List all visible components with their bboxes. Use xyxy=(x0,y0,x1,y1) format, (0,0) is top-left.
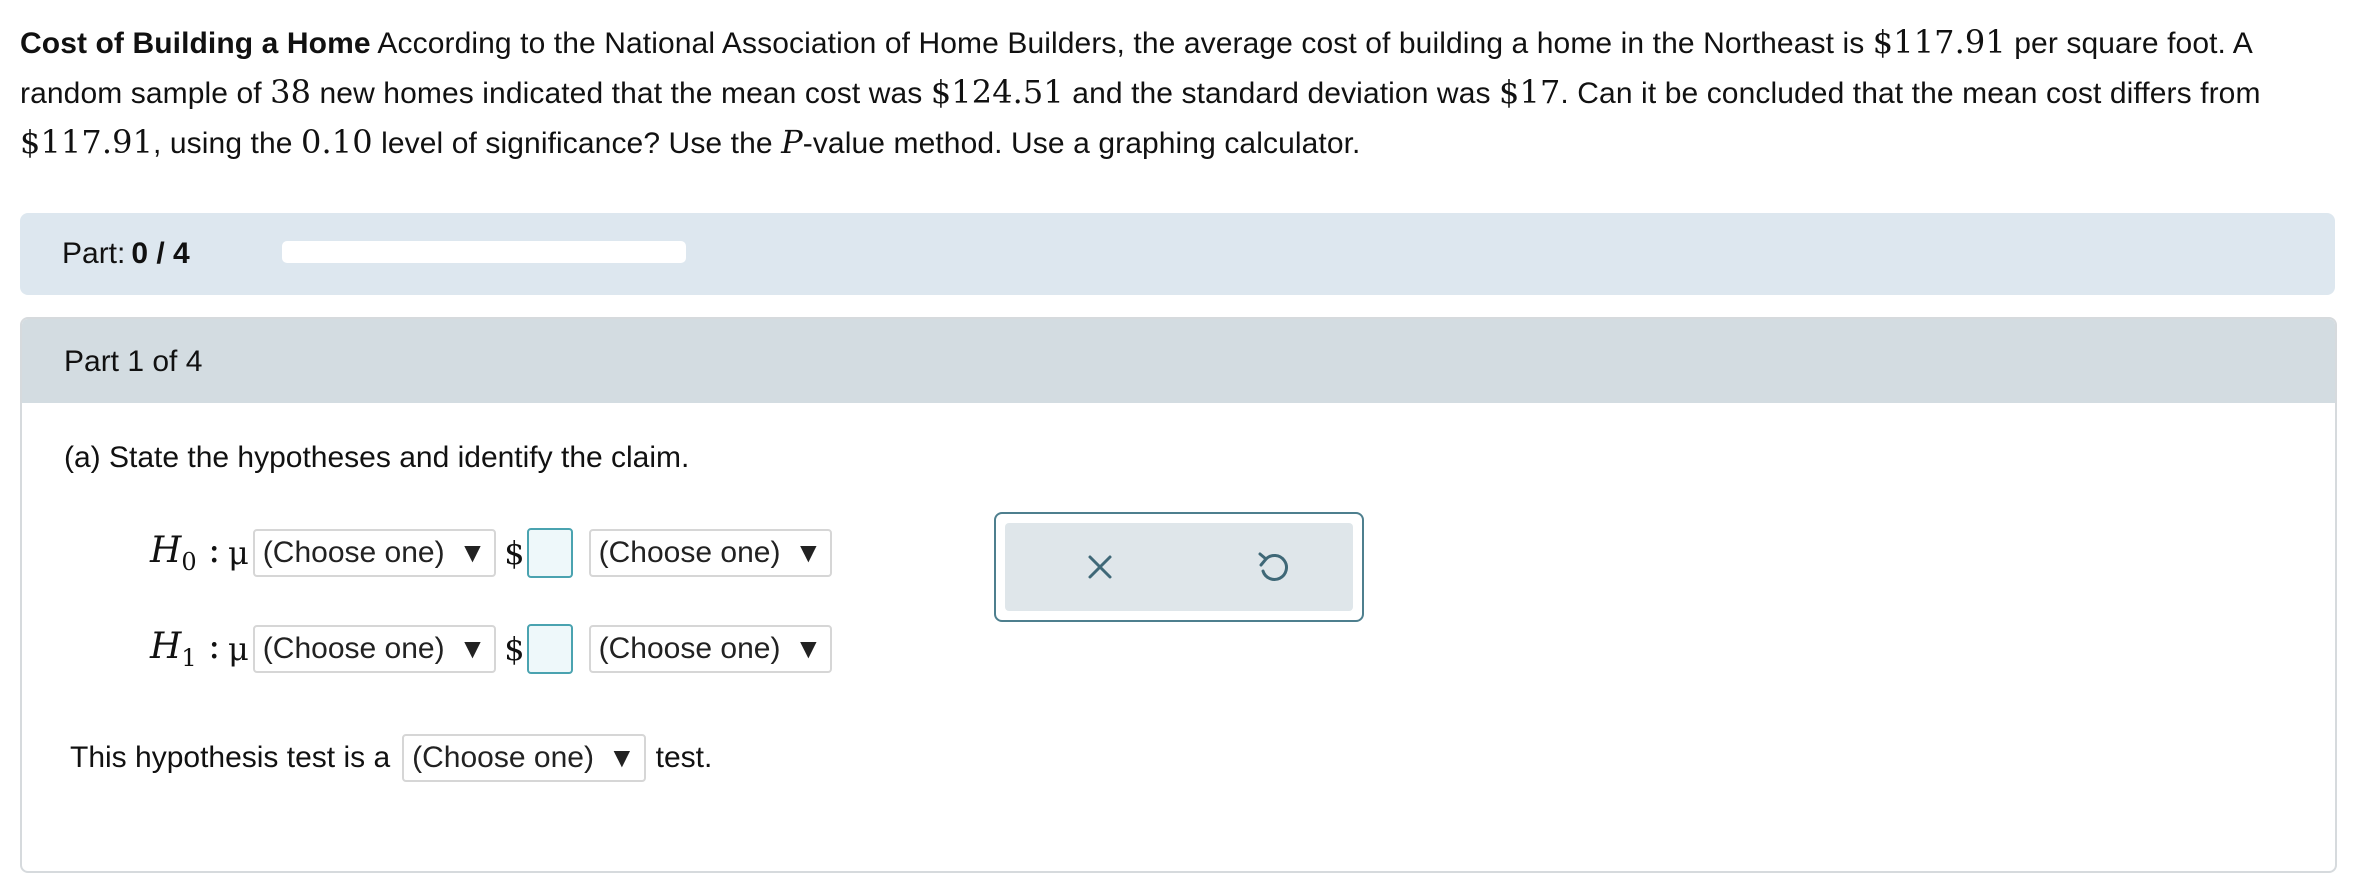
h0-value-input[interactable] xyxy=(526,528,573,578)
problem-statement: Cost of Building a Home According to the… xyxy=(20,18,2340,168)
select-value: (Choose one) xyxy=(262,536,445,569)
progress-label: Part: 0 / 4 xyxy=(62,237,190,271)
alpha-value: 0.10 xyxy=(301,123,373,161)
h1-letter: H xyxy=(150,625,182,667)
dropdown-arrow-icon: ▼ xyxy=(458,633,487,664)
h0-subscript: 0 xyxy=(181,548,197,577)
select-value: (Choose one) xyxy=(262,632,445,665)
test-type-suffix: test. xyxy=(655,741,713,774)
h0-symbol: H0 : xyxy=(150,530,228,576)
h0-colon: : xyxy=(208,529,221,571)
p-symbol: P xyxy=(781,123,803,161)
clear-button[interactable] xyxy=(1078,545,1122,589)
problem-text: new homes indicated that the mean cost w… xyxy=(319,77,923,110)
progress-bar xyxy=(282,241,686,263)
problem-text: , using the xyxy=(153,127,293,160)
mu-symbol: μ xyxy=(228,534,249,572)
select-value: (Choose one) xyxy=(598,632,781,665)
progress-panel: Part: 0 / 4 xyxy=(20,213,2335,295)
answer-tools-popover xyxy=(994,512,1364,622)
dollar-sign: $ xyxy=(504,630,525,668)
dropdown-arrow-icon: ▼ xyxy=(794,537,823,568)
std-dev: $17 xyxy=(1499,73,1561,111)
h1-symbol: H1 : xyxy=(150,626,228,672)
h1-operator-select[interactable]: (Choose one) ▼ xyxy=(252,625,497,673)
part-header: Part 1 of 4 xyxy=(22,319,2335,403)
part-header-label: Part 1 of 4 xyxy=(64,345,203,378)
problem-text: -value method. Use a graphing calculator… xyxy=(802,127,1361,160)
dropdown-arrow-icon: ▼ xyxy=(794,633,823,664)
undo-icon xyxy=(1258,552,1288,581)
sample-mean: $124.51 xyxy=(930,73,1064,111)
alt-hypothesis-row: H1 : μ (Choose one) ▼ $ (Choose one) ▼ xyxy=(150,620,833,678)
close-icon xyxy=(1088,555,1112,579)
h0-operator-select[interactable]: (Choose one) ▼ xyxy=(252,529,497,577)
problem-text: and the standard deviation was xyxy=(1072,77,1491,110)
cost-value: $117.91 xyxy=(1872,23,2006,61)
h0-letter: H xyxy=(150,529,182,571)
h1-value-input[interactable] xyxy=(526,624,573,674)
problem-title: Cost of Building a Home xyxy=(20,27,371,60)
dropdown-arrow-icon: ▼ xyxy=(458,537,487,568)
answer-tools-bar xyxy=(1005,523,1353,611)
progress-label-text: Part: xyxy=(62,237,126,270)
h1-claim-select[interactable]: (Choose one) ▼ xyxy=(588,625,833,673)
undo-button[interactable] xyxy=(1251,545,1295,589)
h1-colon: : xyxy=(208,625,221,667)
dropdown-arrow-icon: ▼ xyxy=(607,742,636,773)
cost-value-2: $117.91 xyxy=(20,123,154,161)
test-type-row: This hypothesis test is a (Choose one) ▼ … xyxy=(70,734,712,782)
problem-text: level of significance? Use the xyxy=(381,127,773,160)
mu-symbol: μ xyxy=(228,630,249,668)
progress-value: 0 / 4 xyxy=(131,237,190,270)
dollar-sign: $ xyxy=(504,534,525,572)
select-value: (Choose one) xyxy=(412,741,594,774)
h0-claim-select[interactable]: (Choose one) ▼ xyxy=(588,529,833,577)
problem-text: According to the National Association of… xyxy=(377,27,1865,60)
h1-subscript: 1 xyxy=(181,644,197,673)
select-value: (Choose one) xyxy=(598,536,781,569)
question-text: (a) State the hypotheses and identify th… xyxy=(64,441,690,474)
test-type-prefix: This hypothesis test is a xyxy=(70,741,391,774)
problem-text: . Can it be concluded that the mean cost… xyxy=(1560,77,2261,110)
null-hypothesis-row: H0 : μ (Choose one) ▼ $ (Choose one) ▼ xyxy=(150,524,833,582)
test-type-select[interactable]: (Choose one) ▼ xyxy=(402,734,646,782)
sample-size: 38 xyxy=(270,73,312,111)
